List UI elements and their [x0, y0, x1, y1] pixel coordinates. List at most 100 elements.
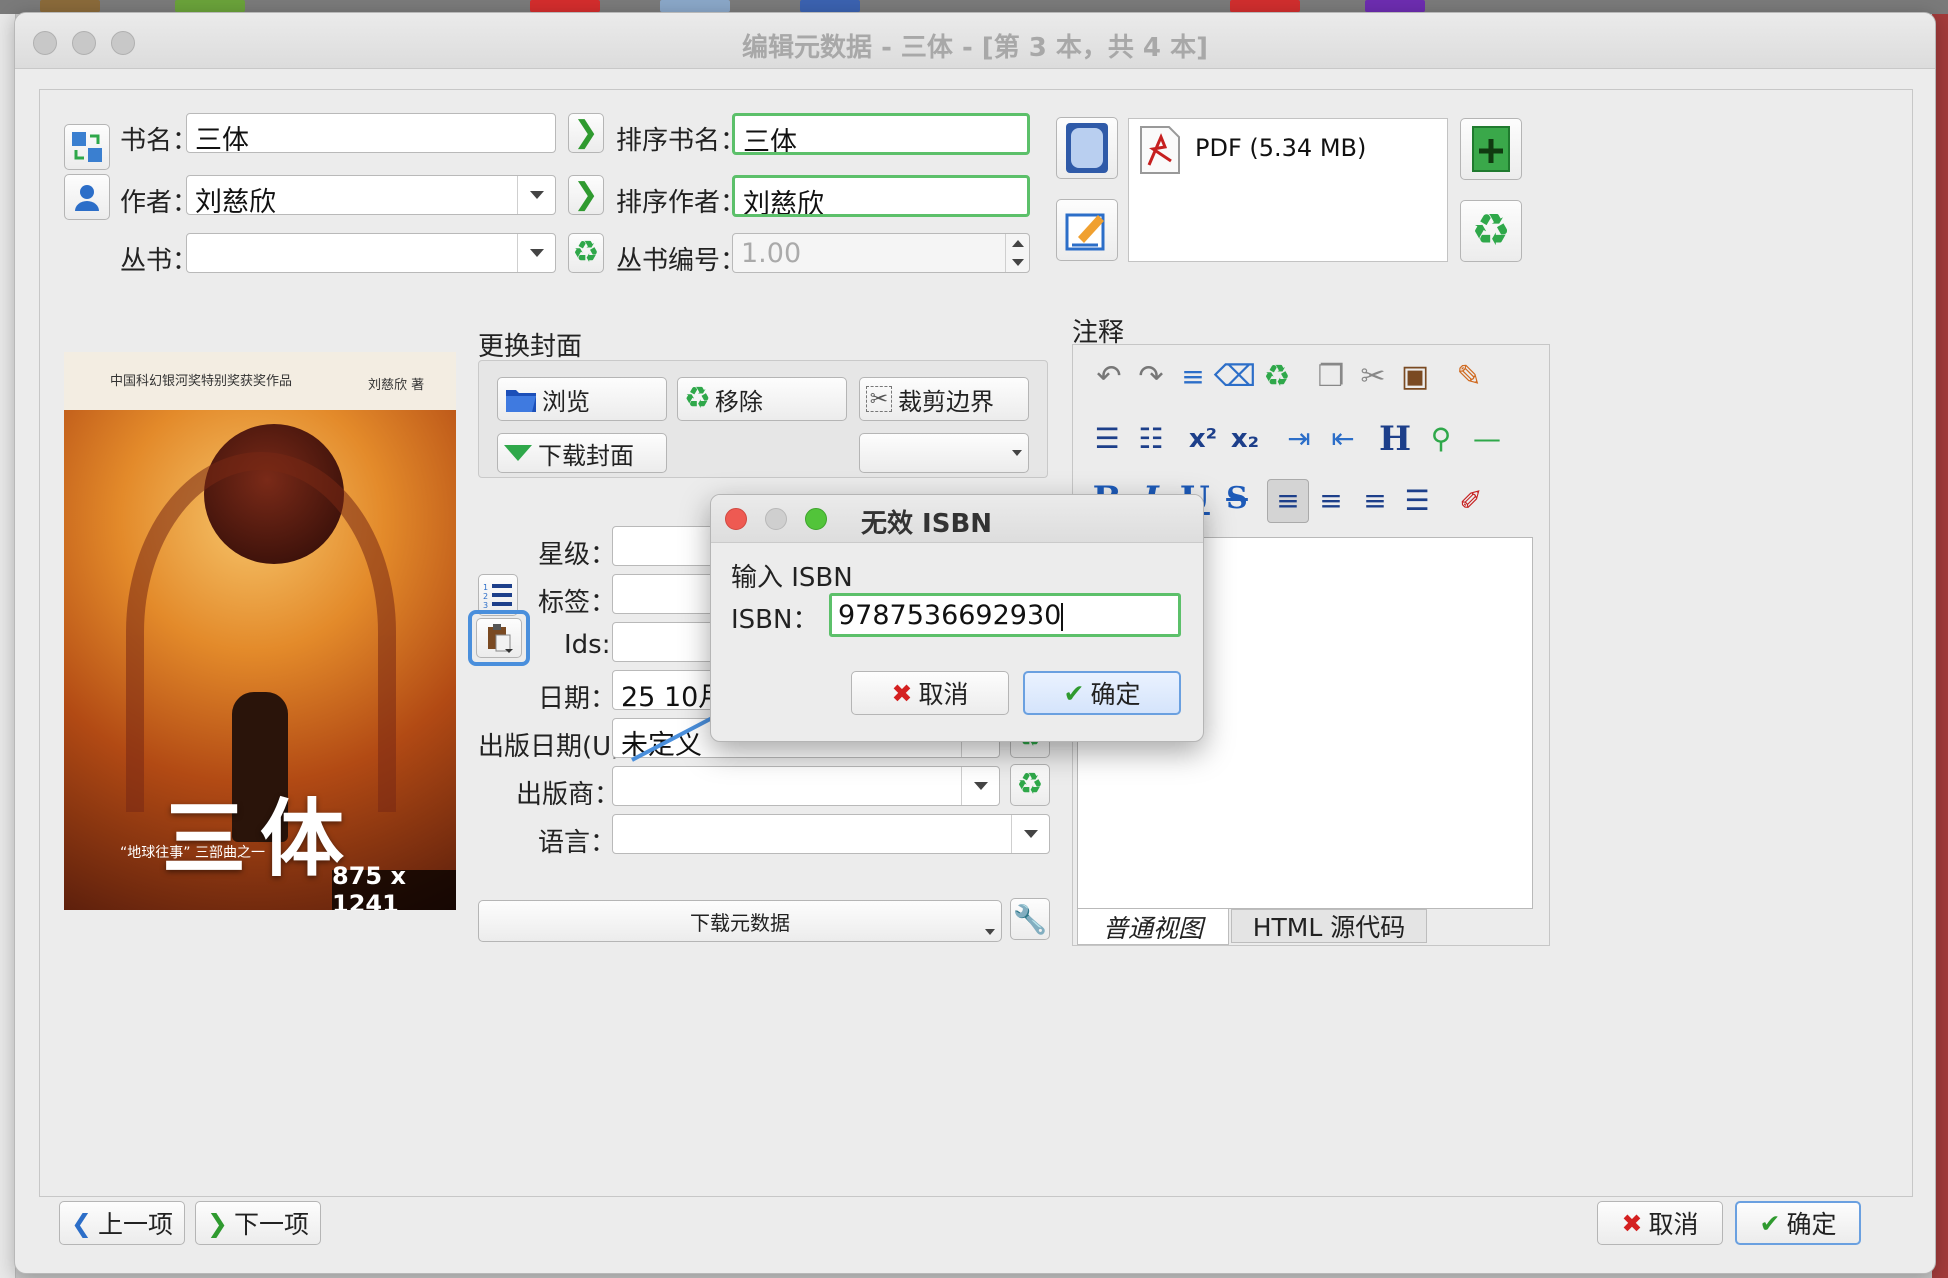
isbn-input[interactable]: 9787536692930 [829, 593, 1181, 637]
redo-icon[interactable]: ↷ [1133, 359, 1169, 395]
series-index-value: 1.00 [741, 238, 802, 269]
subscript-icon[interactable]: x₂ [1225, 419, 1265, 459]
series-index-label: 丛书编号： [616, 246, 747, 276]
pdf-icon [1139, 125, 1181, 175]
align-left-icon[interactable]: ≡ [1267, 479, 1309, 523]
browse-cover-label: 浏览 [542, 387, 590, 416]
desktop-item [175, 0, 245, 12]
series-dropdown-arrow[interactable] [517, 234, 555, 272]
remove-format-button[interactable]: ♻ [1460, 200, 1522, 262]
change-cover-label: 更换封面 [478, 332, 583, 362]
remove-cover-label: 移除 [714, 387, 763, 416]
sort-title-field[interactable]: 三体 [732, 113, 1030, 155]
tags-label: 标签： [538, 588, 617, 618]
align-justify-icon[interactable]: ☰ [1397, 479, 1437, 523]
dialog-ok-button[interactable]: ✔ 确定 [1023, 671, 1181, 715]
author-value: 刘慈欣 [195, 187, 276, 215]
author-dropdown-arrow[interactable] [517, 176, 555, 214]
ok-label: 确定 [1786, 1210, 1837, 1239]
cut-icon[interactable]: ✂ [1355, 359, 1391, 395]
browse-cover-button[interactable]: 浏览 [497, 377, 667, 421]
desktop-item [660, 0, 730, 12]
ok-button[interactable]: ✔ 确定 [1735, 1201, 1861, 1245]
invalid-isbn-dialog: 无效 ISBN 输入 ISBN ISBN： 9787536692930 ✖ 取消… [710, 494, 1204, 742]
next-button[interactable]: ❯ 下一项 [195, 1201, 321, 1245]
undo-icon[interactable]: ↶ [1091, 359, 1127, 395]
dialog-ok-label: 确定 [1090, 680, 1141, 709]
dialog-cancel-label: 取消 [918, 680, 969, 709]
recycle-icon[interactable]: ♻ [1259, 359, 1295, 395]
align-center-icon[interactable]: ≡ [1311, 479, 1351, 523]
trim-cover-label: 裁剪边界 [898, 387, 994, 416]
copy-title-to-sort-button[interactable]: ❯ [568, 113, 604, 153]
set-cover-from-format-button[interactable] [1056, 117, 1118, 179]
horizontal-rule-icon[interactable]: — [1467, 419, 1507, 459]
close-icon: ✖ [891, 678, 913, 708]
paste-icon[interactable]: ▣ [1397, 359, 1433, 395]
ordered-list-icon[interactable]: ☰ [1087, 419, 1127, 459]
strike-icon[interactable]: S [1217, 477, 1257, 521]
copy-author-to-sort-button[interactable]: ❯ [568, 175, 604, 215]
formats-list[interactable]: PDF (5.34 MB) [1128, 118, 1448, 262]
heading-icon[interactable]: H [1375, 419, 1415, 459]
language-label: 语言： [538, 828, 617, 858]
title-bar[interactable]: 编辑元数据 - 三体 - [第 3 本，共 4 本] [15, 13, 1935, 69]
swap-title-author-button[interactable] [64, 124, 110, 170]
chevron-left-icon: ❮ [71, 1208, 92, 1238]
superscript-icon[interactable]: x² [1183, 419, 1223, 459]
author-combo[interactable]: 刘慈欣 [186, 175, 556, 215]
remove-cover-button[interactable]: ♻ 移除 [677, 377, 847, 421]
outdent-icon[interactable]: ⇤ [1323, 419, 1363, 459]
person-icon [75, 185, 99, 211]
copy-icon[interactable]: ❐ [1313, 359, 1349, 395]
format-item[interactable]: PDF (5.34 MB) [1195, 134, 1366, 162]
dialog-zoom-button[interactable] [805, 508, 827, 530]
cancel-button[interactable]: ✖ 取消 [1597, 1201, 1723, 1245]
series-index-spinner[interactable]: 1.00 [732, 233, 1030, 273]
sort-title-label: 排序书名： [616, 126, 747, 156]
tag-list-icon: 123 [483, 583, 512, 609]
dialog-minimize-button[interactable] [765, 508, 787, 530]
tab-html-source[interactable]: HTML 源代码 [1231, 909, 1427, 943]
series-combo[interactable] [186, 233, 556, 273]
series-index-stepper[interactable] [1005, 234, 1029, 272]
download-cover-button[interactable]: 下载封面 [497, 433, 667, 473]
desktop-item [530, 0, 600, 12]
download-metadata-button[interactable]: 下载元数据 [478, 900, 1002, 942]
configure-metadata-button[interactable]: 🔧 [1010, 898, 1050, 940]
previous-button[interactable]: ❮ 上一项 [59, 1201, 185, 1245]
sort-author-label: 排序作者： [616, 188, 747, 218]
indent-icon[interactable]: ⇥ [1279, 419, 1319, 459]
previous-label: 上一项 [97, 1210, 173, 1239]
crop-icon: ✂ [866, 386, 892, 412]
desktop-item [800, 0, 860, 12]
paste-isbn-button[interactable] [476, 618, 522, 658]
edit-book-button[interactable] [1056, 199, 1118, 261]
paste-icon [488, 624, 513, 653]
tab-normal-view[interactable]: 普通视图 [1077, 909, 1229, 945]
publisher-dropdown-arrow[interactable] [961, 767, 999, 805]
select-all-icon[interactable]: ≡ [1175, 359, 1211, 395]
unordered-list-icon[interactable]: ☷ [1131, 419, 1171, 459]
language-dropdown-arrow[interactable] [1011, 815, 1049, 853]
eraser-icon[interactable]: ⌫ [1214, 359, 1256, 395]
insert-link-icon[interactable]: ⚲ [1421, 419, 1461, 459]
text-color-icon[interactable]: ✐ [1451, 479, 1491, 523]
dialog-close-button[interactable] [725, 508, 747, 530]
trim-cover-button[interactable]: ✂ 裁剪边界 [859, 377, 1029, 421]
clear-publisher-button[interactable]: ♻ [1010, 764, 1050, 806]
sort-author-field[interactable]: 刘慈欣 [732, 175, 1030, 217]
desktop-item [1365, 0, 1425, 12]
dialog-cancel-button[interactable]: ✖ 取消 [851, 671, 1009, 715]
language-combo[interactable] [612, 814, 1050, 854]
dialog-prompt: 输入 ISBN [731, 563, 853, 593]
clear-series-button[interactable]: ♻ [568, 233, 604, 273]
align-right-icon[interactable]: ≡ [1355, 479, 1395, 523]
download-metadata-label: 下载元数据 [690, 910, 790, 935]
add-format-button[interactable] [1460, 118, 1522, 180]
dialog-title-bar[interactable]: 无效 ISBN [711, 495, 1203, 543]
title-field[interactable]: 三体 [186, 113, 556, 153]
format-painter-icon[interactable]: ✎ [1451, 359, 1487, 395]
manage-authors-button[interactable] [64, 174, 110, 220]
generate-cover-button[interactable] [859, 433, 1029, 473]
